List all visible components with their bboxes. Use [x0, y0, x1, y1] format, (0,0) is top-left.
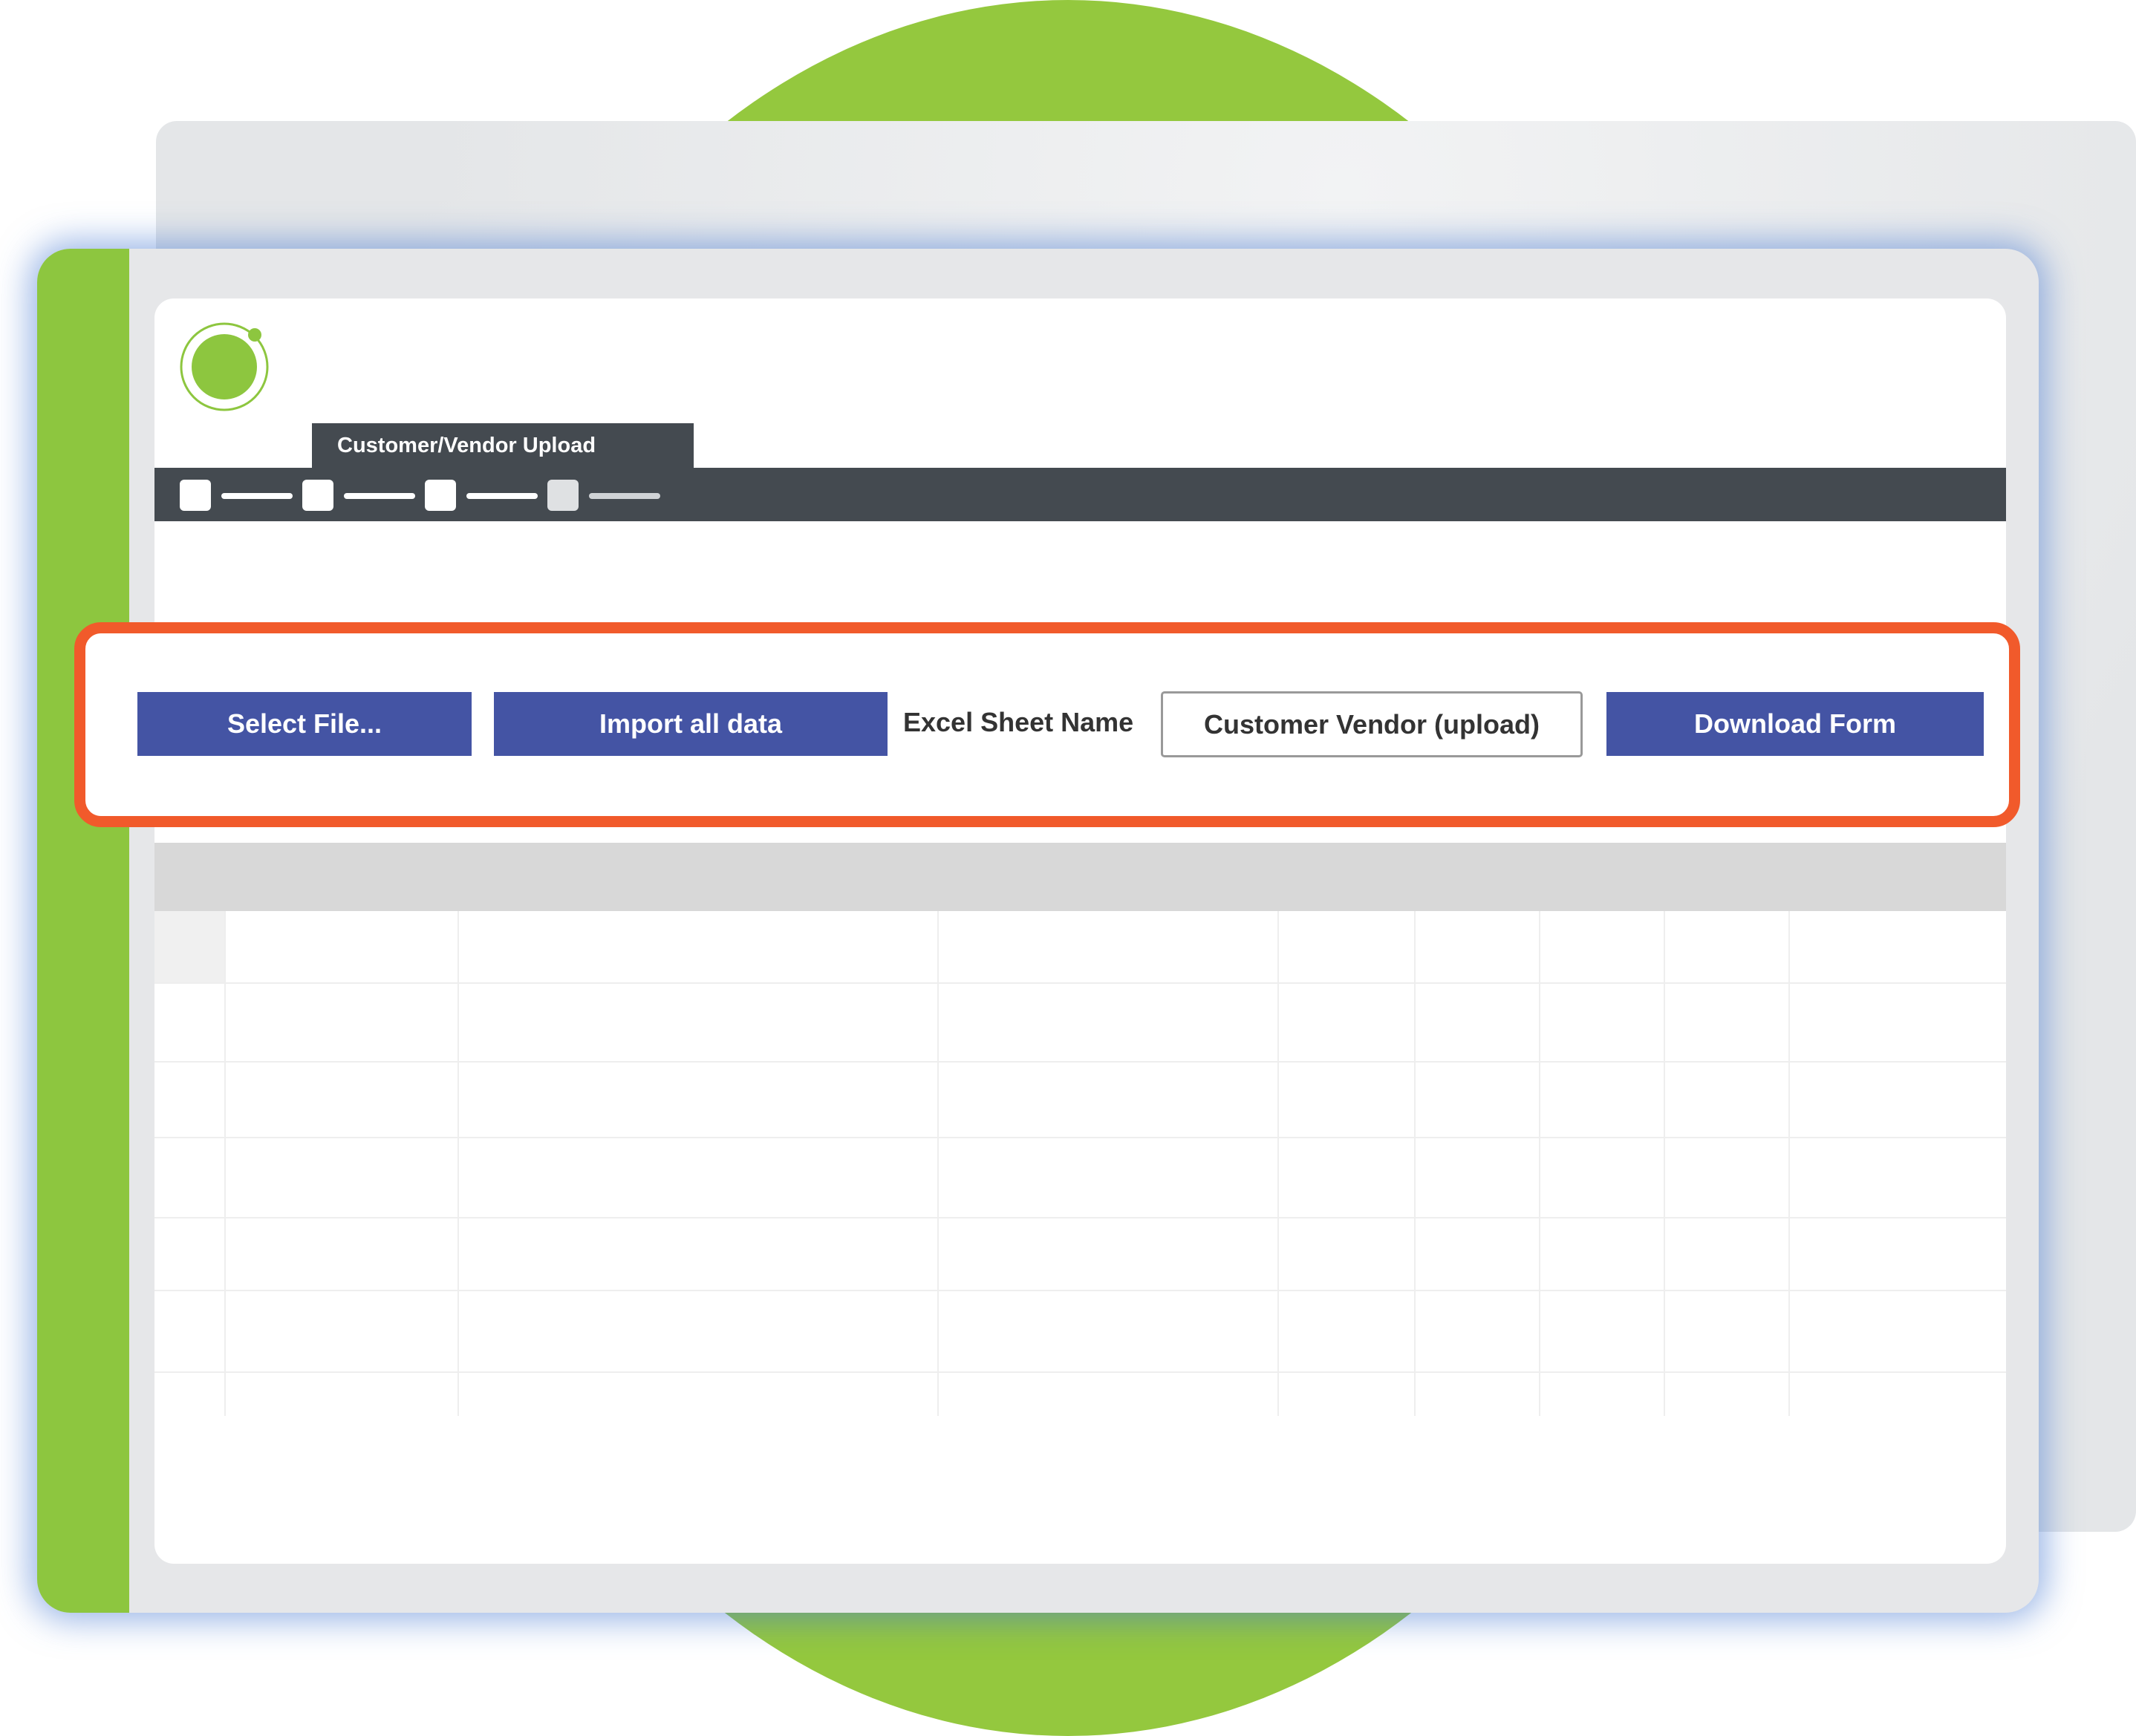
- tab-customer-vendor-upload[interactable]: Customer/Vendor Upload: [312, 423, 694, 471]
- app-logo-icon: [180, 322, 269, 411]
- select-file-button[interactable]: Select File...: [137, 692, 472, 756]
- toolbar-step-box[interactable]: [425, 480, 456, 511]
- window-accent-bar: [37, 249, 129, 1613]
- toolbar-step-box[interactable]: [180, 480, 211, 511]
- grid-header: [154, 843, 2006, 911]
- data-grid: [154, 911, 2006, 1282]
- toolbar-step-line: [344, 493, 415, 499]
- app-content: Customer/Vendor Upload: [154, 298, 2006, 1564]
- toolbar-step-box[interactable]: [302, 480, 333, 511]
- toolbar-step-line: [589, 493, 660, 499]
- excel-sheet-name-field[interactable]: Customer Vendor (upload): [1161, 691, 1583, 757]
- toolbar-step-line: [466, 493, 538, 499]
- app-window: Customer/Vendor Upload: [37, 249, 2039, 1613]
- toolbar-step-box[interactable]: [547, 480, 579, 511]
- download-form-button[interactable]: Download Form: [1606, 692, 1984, 756]
- toolbar: [154, 468, 2006, 521]
- import-all-data-button[interactable]: Import all data: [494, 692, 888, 756]
- data-grid-lower: [154, 1282, 2006, 1416]
- excel-sheet-name-label: Excel Sheet Name: [903, 707, 1134, 737]
- toolbar-step-line: [221, 493, 293, 499]
